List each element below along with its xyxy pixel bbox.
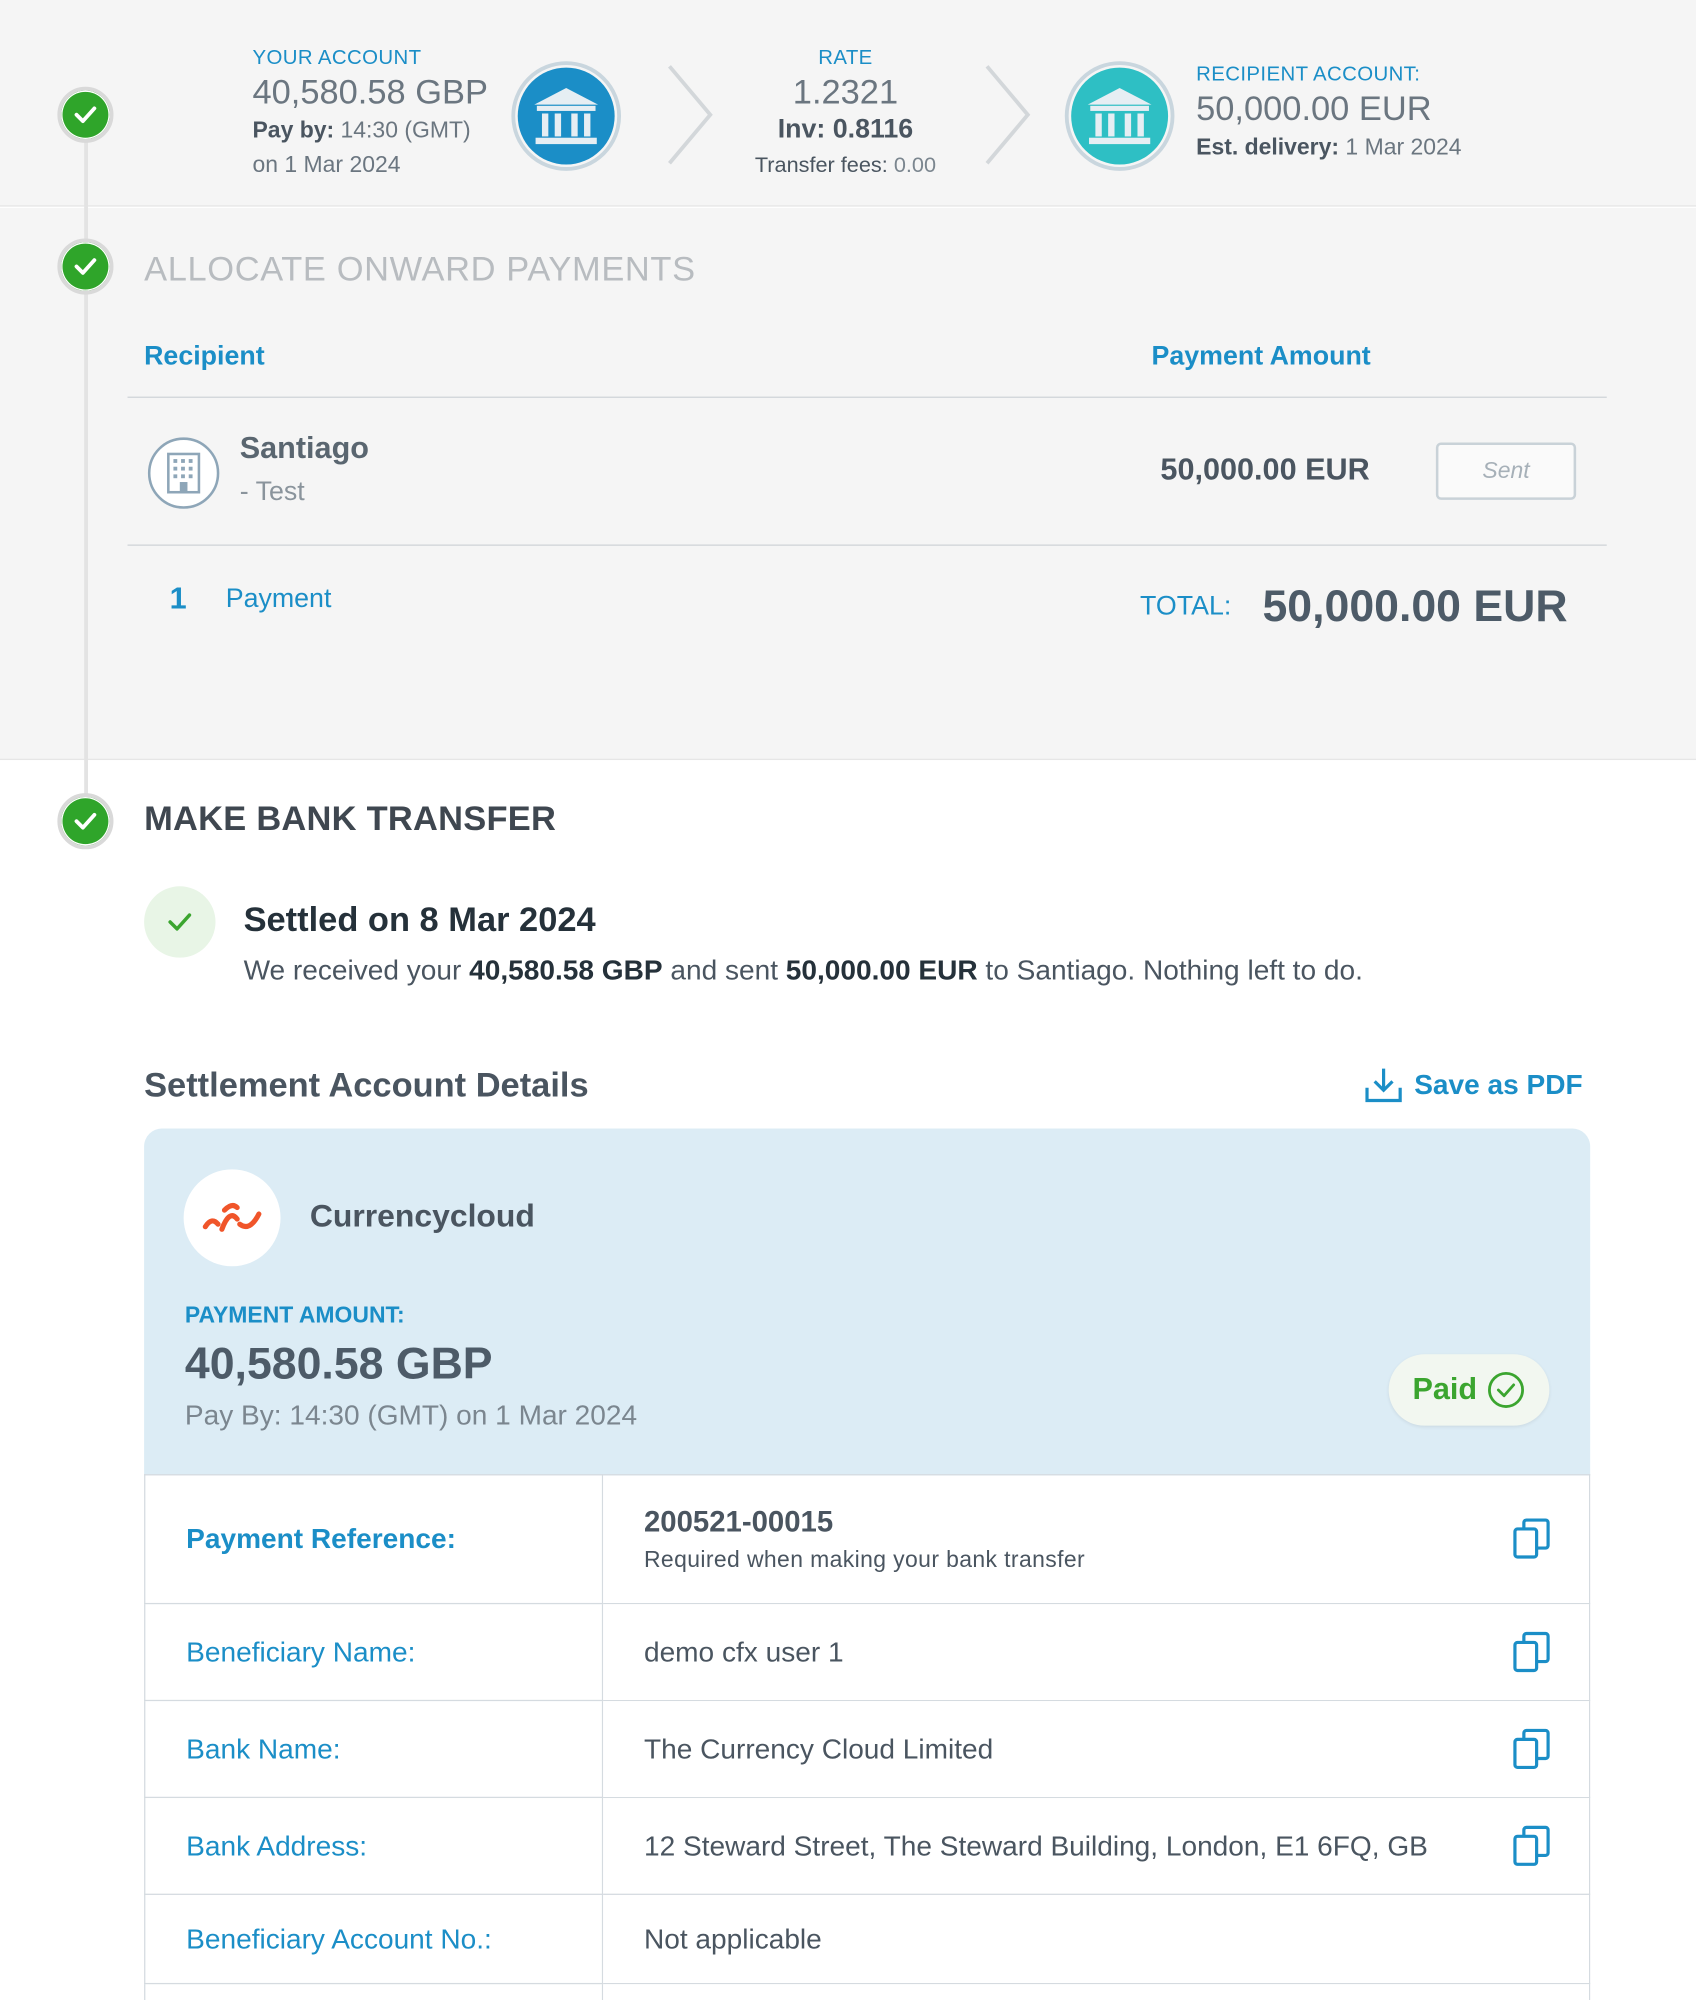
payment-amount-value: 40,580.58 GBP (184, 1338, 493, 1389)
source-bank-icon (511, 61, 622, 171)
est-delivery: Est. delivery: 1 Mar 2024 (1196, 133, 1462, 160)
beneficiary-name-value[interactable]: demo cfx user 1 (644, 1635, 844, 1667)
settled-check-icon (144, 886, 216, 958)
settled-title: Settled on 8 Mar 2024 (243, 900, 596, 939)
check-circle-icon (1488, 1371, 1525, 1408)
detail-row (144, 1982, 1591, 2000)
payment-count: 1 (169, 581, 187, 616)
paid-badge: Paid (1388, 1354, 1550, 1426)
detail-row: Bank Address: 12 Steward Street, The Ste… (144, 1796, 1591, 1895)
transfer-page: YOUR ACCOUNT 40,580.58 GBP Pay by: 14:30… (0, 0, 1696, 2000)
detail-key: Beneficiary Name: (144, 1602, 604, 1702)
recipient-account-label: RECIPIENT ACCOUNT: (1196, 63, 1421, 86)
chevron-right-icon (985, 65, 1031, 165)
detail-value-cell: demo cfx user 1 (601, 1602, 1591, 1702)
pay-by-label: Pay by: (252, 117, 335, 143)
copy-icon[interactable] (1512, 1824, 1550, 1867)
settled-message: We received your 40,580.58 GBP and sent … (243, 953, 1363, 986)
rate-label: RATE (818, 47, 873, 69)
payment-reference-note: Required when making your bank transfer (643, 1546, 1086, 1573)
detail-row: Beneficiary Name: demo cfx user 1 (144, 1602, 1591, 1702)
detail-key: Payment Reference: (144, 1474, 604, 1605)
copy-icon[interactable] (1512, 1630, 1550, 1673)
save-pdf-button[interactable]: Save as PDF (1363, 1066, 1583, 1104)
copy-icon[interactable] (1512, 1727, 1550, 1770)
bank-address-value[interactable]: 12 Steward Street, The Steward Building,… (644, 1829, 1428, 1861)
your-account-amount: 40,580.58 GBP (252, 72, 488, 111)
chevron-right-icon (668, 65, 713, 165)
pay-by-time: 14:30 (GMT) (334, 117, 471, 143)
your-account-block: YOUR ACCOUNT 40,580.58 GBP Pay by: 14:30… (252, 47, 487, 178)
detail-value-cell: 200521-00015 Required when making your b… (601, 1474, 1591, 1605)
transfer-fees: Transfer fees: 0.00 (754, 153, 937, 178)
step-check-icon (57, 86, 114, 143)
copy-icon[interactable] (1512, 1517, 1550, 1560)
settlement-details-title: Settlement Account Details (144, 1066, 589, 1105)
recipient-bank-icon (1064, 61, 1175, 171)
step-check-icon (57, 793, 114, 850)
rate-value: 1.2321 (792, 72, 899, 111)
detail-row: Bank Name: The Currency Cloud Limited (144, 1699, 1591, 1799)
pay-by-date: on 1 Mar 2024 (252, 151, 401, 178)
payment-amount-label: PAYMENT AMOUNT: (184, 1301, 405, 1328)
currencycloud-logo (183, 1169, 281, 1267)
allocate-title: ALLOCATE ONWARD PAYMENTS (144, 249, 696, 289)
timeline-line (84, 114, 88, 822)
detail-value-cell: 12 Steward Street, The Steward Building,… (601, 1796, 1591, 1895)
sent-status-button[interactable]: Sent (1435, 442, 1577, 500)
col-payment-amount: Payment Amount (1151, 341, 1371, 372)
payment-reference-value[interactable]: 200521-00015 (644, 1505, 1589, 1539)
building-icon (147, 437, 220, 509)
detail-key: Beneficiary Account No.: (144, 1893, 604, 1985)
recipient-amount-value: 50,000.00 EUR (1160, 452, 1370, 488)
settlement-details-table: Payment Reference: 200521-00015 Required… (144, 1474, 1591, 2000)
payment-pay-by: Pay By: 14:30 (GMT) on 1 Mar 2024 (184, 1398, 638, 1431)
your-account-label: YOUR ACCOUNT (252, 47, 422, 69)
divider (127, 544, 1607, 546)
save-pdf-label: Save as PDF (1414, 1068, 1583, 1101)
payment-count-label: Payment (225, 584, 332, 614)
recipient-amount: 50,000.00 EUR (1196, 89, 1432, 128)
total-label: TOTAL: (1140, 591, 1232, 622)
detail-key: Bank Name: (144, 1699, 604, 1799)
pay-by-line: Pay by: 14:30 (GMT) (252, 117, 487, 144)
detail-key: Bank Address: (144, 1796, 604, 1895)
step-check-icon (57, 238, 114, 295)
detail-row: Payment Reference: 200521-00015 Required… (144, 1474, 1591, 1605)
rate-block: RATE 1.2321 Inv: 0.8116 Transfer fees: 0… (714, 47, 977, 178)
col-recipient: Recipient (144, 341, 265, 372)
make-transfer-title: MAKE BANK TRANSFER (144, 799, 557, 838)
detail-value-cell: Not applicable (601, 1893, 1591, 1985)
download-icon (1365, 1068, 1402, 1103)
total-value: 50,000.00 EUR (1262, 581, 1568, 632)
recipient-account-block: RECIPIENT ACCOUNT: 50,000.00 EUR Est. de… (1196, 64, 1461, 161)
beneficiary-account-value: Not applicable (643, 1922, 822, 1955)
inverse-rate: Inv: 0.8116 (777, 114, 914, 145)
detail-value-cell: The Currency Cloud Limited (601, 1699, 1591, 1799)
provider-name: Currencycloud (309, 1198, 535, 1235)
bank-name-value[interactable]: The Currency Cloud Limited (644, 1732, 993, 1764)
recipient-sub: - Test (239, 476, 305, 507)
paid-label: Paid (1412, 1372, 1478, 1407)
divider (127, 396, 1607, 398)
transfer-summary: YOUR ACCOUNT 40,580.58 GBP Pay by: 14:30… (0, 0, 1696, 207)
detail-row: Beneficiary Account No.: Not applicable (144, 1893, 1591, 1985)
recipient-name[interactable]: Santiago (240, 431, 369, 467)
